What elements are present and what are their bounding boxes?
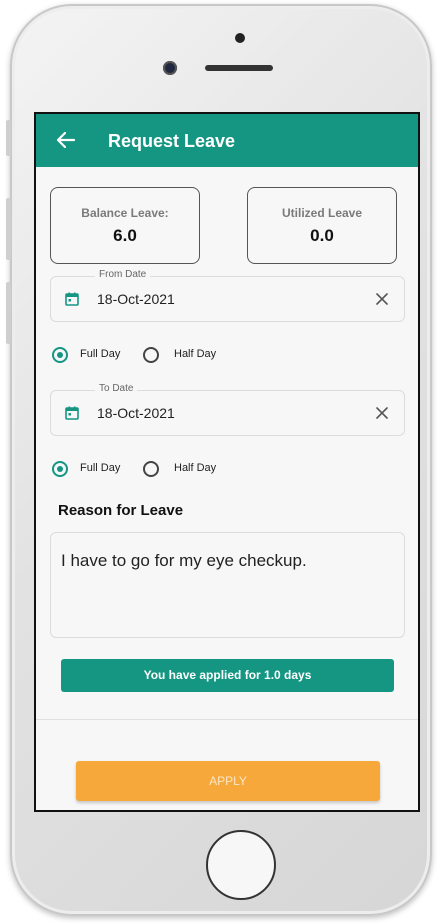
from-half-day-label: Half Day: [174, 348, 217, 360]
balance-leave-label: Balance Leave:: [81, 206, 169, 220]
reason-text: I have to go for my eye checkup.: [61, 551, 307, 570]
from-date-legend: From Date: [95, 269, 151, 280]
arrow-left-icon[interactable]: [54, 128, 78, 152]
to-date-legend: To Date: [95, 383, 138, 394]
front-camera: [163, 61, 177, 75]
from-half-day-radio[interactable]: [143, 347, 159, 363]
mute-switch: [6, 120, 11, 156]
to-date-field[interactable]: To Date 18-Oct-2021: [50, 383, 405, 436]
close-icon[interactable]: [374, 291, 390, 307]
to-date-value: 18-Oct-2021: [97, 405, 175, 421]
home-button[interactable]: [206, 830, 276, 900]
apply-button[interactable]: APPLY: [76, 761, 380, 801]
balance-leave-card: Balance Leave: 6.0: [50, 187, 200, 264]
applied-days-banner: You have applied for 1.0 days: [61, 659, 394, 692]
from-full-day-radio[interactable]: [52, 347, 68, 363]
volume-down-button: [6, 282, 11, 344]
from-date-field[interactable]: From Date 18-Oct-2021: [50, 269, 405, 322]
balance-leave-value: 6.0: [113, 226, 137, 245]
page-title: Request Leave: [108, 131, 236, 151]
calendar-icon: [65, 292, 79, 306]
reason-textarea[interactable]: I have to go for my eye checkup.: [50, 532, 405, 638]
reason-title: Reason for Leave: [58, 502, 184, 519]
utilized-leave-card: Utilized Leave 0.0: [247, 187, 397, 264]
divider: [36, 719, 418, 720]
from-full-day-label: Full Day: [80, 348, 121, 360]
sensor-dot: [235, 33, 245, 43]
close-icon[interactable]: [374, 405, 390, 421]
calendar-icon: [65, 406, 79, 420]
to-half-day-label: Half Day: [174, 462, 217, 474]
volume-up-button: [6, 198, 11, 260]
to-full-day-label: Full Day: [80, 462, 121, 474]
to-full-day-radio[interactable]: [52, 461, 68, 477]
speaker-grille: [205, 65, 273, 71]
utilized-leave-value: 0.0: [310, 226, 334, 245]
app-screen: Request Leave Balance Leave: 6.0 Utilize…: [34, 112, 420, 812]
to-half-day-radio[interactable]: [143, 461, 159, 477]
utilized-leave-label: Utilized Leave: [281, 206, 363, 220]
app-bar: Request Leave: [36, 114, 418, 167]
from-date-value: 18-Oct-2021: [97, 291, 175, 307]
